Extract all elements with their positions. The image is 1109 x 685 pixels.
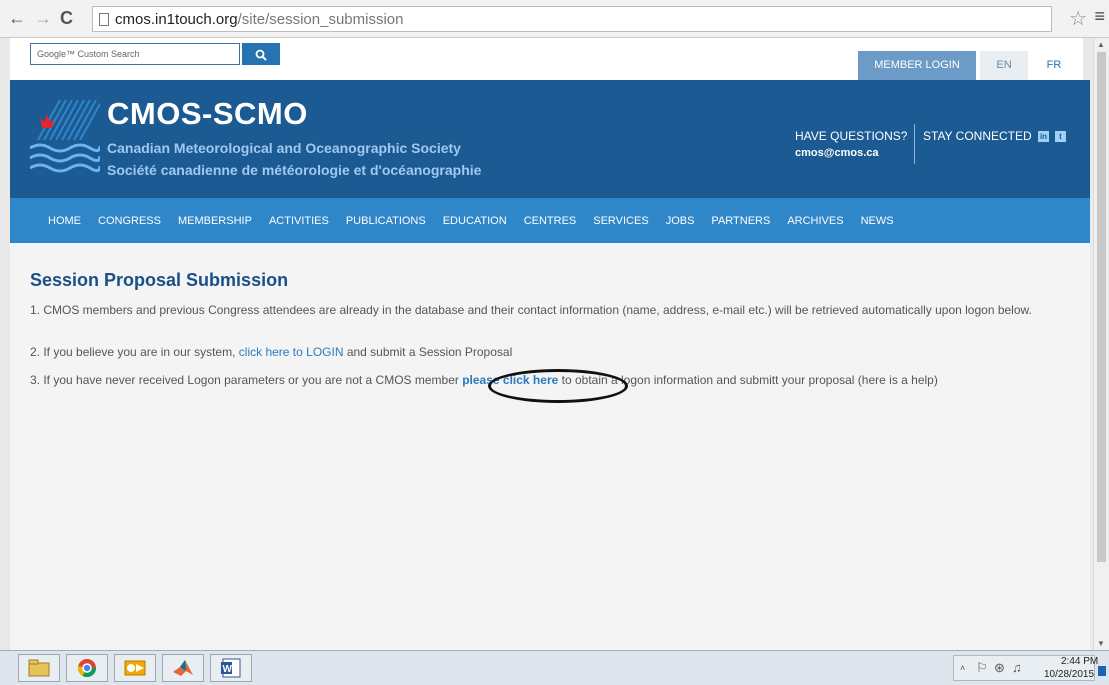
nav-item-congress[interactable]: CONGRESS: [98, 215, 161, 227]
site-header: CMOS-SCMO Canadian Meteorological and Oc…: [10, 80, 1090, 198]
show-desktop-button[interactable]: [1098, 666, 1106, 676]
lang-fr-button[interactable]: FR: [1028, 51, 1080, 80]
stay-connected-label: STAY CONNECTED: [923, 129, 1032, 143]
back-icon[interactable]: ←: [8, 8, 26, 28]
login-link[interactable]: click here to LOGIN: [239, 345, 344, 359]
reload-icon[interactable]: C: [60, 8, 73, 28]
nav-item-activities[interactable]: ACTIVITIES: [269, 215, 329, 227]
browser-toolbar: ← → C cmos.in1touch.org/site/session_sub…: [0, 0, 1109, 38]
brand-subtitle-fr: Société canadienne de météorologie et d'…: [107, 162, 482, 178]
search-icon: [255, 49, 267, 62]
scroll-down-icon[interactable]: ▼: [1097, 639, 1105, 648]
brand-title[interactable]: CMOS-SCMO: [107, 96, 308, 132]
page-viewport: Google™ Custom Search MEMBER LOGIN EN FR: [0, 38, 1093, 650]
nav-item-jobs[interactable]: JOBS: [666, 215, 695, 227]
scrollbar-thumb[interactable]: [1097, 52, 1106, 562]
brand-subtitle-en: Canadian Meteorological and Oceanographi…: [107, 140, 461, 156]
address-bar[interactable]: cmos.in1touch.org/site/session_submissio…: [92, 6, 1052, 32]
search-button[interactable]: [242, 43, 280, 65]
nav-item-membership[interactable]: MEMBERSHIP: [178, 215, 252, 227]
contact-email-link[interactable]: cmos@cmos.ca: [795, 147, 879, 159]
clock-time[interactable]: 2:44 PM: [1061, 656, 1098, 667]
nav-item-home[interactable]: HOME: [48, 215, 81, 227]
file-explorer-icon[interactable]: [18, 654, 60, 682]
nav-item-centres[interactable]: CENTRES: [524, 215, 577, 227]
cmos-logo-icon[interactable]: [30, 100, 100, 180]
lang-en-button[interactable]: EN: [980, 51, 1028, 80]
main-nav: HOME CONGRESS MEMBERSHIP ACTIVITIES PUBL…: [10, 198, 1090, 243]
paragraph-2-suffix: and submit a Session Proposal: [343, 345, 513, 359]
volume-icon[interactable]: ♫: [1012, 660, 1022, 675]
paragraph-2: 2. If you believe you are in our system,…: [30, 343, 1070, 361]
header-divider: [914, 124, 915, 164]
main-content: Session Proposal Submission 1. CMOS memb…: [10, 243, 1090, 650]
word-icon[interactable]: W: [210, 654, 252, 682]
page-scrollbar[interactable]: ▲ ▼: [1093, 38, 1109, 650]
forward-icon[interactable]: →: [34, 8, 52, 28]
nav-item-services[interactable]: SERVICES: [593, 215, 648, 227]
clock-date[interactable]: 10/28/2015: [1044, 669, 1094, 680]
browser-menu-icon[interactable]: ≡: [1094, 6, 1105, 27]
page-icon: [99, 12, 109, 26]
nav-item-partners[interactable]: PARTNERS: [711, 215, 770, 227]
scroll-up-icon[interactable]: ▲: [1097, 40, 1105, 49]
nav-item-news[interactable]: NEWS: [861, 215, 894, 227]
member-login-button[interactable]: MEMBER LOGIN: [858, 51, 976, 80]
paragraph-2-text: 2. If you believe you are in our system,: [30, 345, 239, 359]
linkedin-icon[interactable]: in: [1038, 131, 1049, 142]
paragraph-3-text: 3. If you have never received Logon para…: [30, 373, 463, 387]
bookmark-star-icon[interactable]: ☆: [1069, 6, 1087, 31]
page-title: Session Proposal Submission: [30, 270, 289, 290]
matlab-icon[interactable]: [162, 654, 204, 682]
tray-expand-icon[interactable]: ˄: [960, 663, 965, 673]
search-input[interactable]: Google™ Custom Search: [30, 43, 240, 65]
top-strip: Google™ Custom Search MEMBER LOGIN EN FR: [10, 38, 1083, 80]
url-domain: cmos.in1touch.org: [115, 10, 238, 28]
have-questions-label: HAVE QUESTIONS?: [795, 129, 908, 143]
url-path: /site/session_submission: [237, 10, 404, 28]
nav-item-archives[interactable]: ARCHIVES: [787, 215, 843, 227]
network-icon[interactable]: ⊛: [994, 660, 1005, 676]
action-center-flag-icon[interactable]: ⚐: [976, 660, 988, 676]
svg-text:W: W: [223, 664, 233, 675]
chrome-icon[interactable]: [66, 654, 108, 682]
twitter-icon[interactable]: t: [1055, 131, 1066, 142]
nav-item-publications[interactable]: PUBLICATIONS: [346, 215, 426, 227]
paragraph-1: 1. CMOS members and previous Congress at…: [30, 303, 1032, 317]
nav-item-education[interactable]: EDUCATION: [443, 215, 507, 227]
highlight-ellipse: [488, 369, 628, 403]
outlook-icon[interactable]: [114, 654, 156, 682]
windows-taskbar: W ˄ ⚐ ⊛ ♫: [0, 650, 1109, 685]
